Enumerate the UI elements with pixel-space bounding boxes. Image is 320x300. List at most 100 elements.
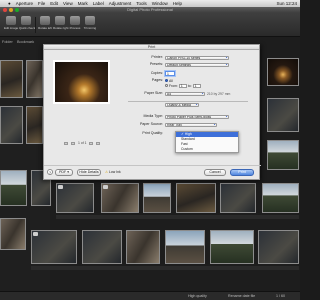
paper-size-popup[interactable]: A4 [165,91,205,96]
menu-item-help[interactable]: Help [173,0,182,7]
print-dialog: Print 1 of 1 Printer: Canon PRO-10 serie… [43,44,261,180]
rating-badge [58,185,63,189]
thumbnail[interactable] [267,140,299,170]
pdf-menu-button[interactable]: PDF ▾ [55,169,73,176]
hide-details-button[interactable]: Hide Details [77,169,101,176]
thumbnail[interactable] [267,58,299,86]
print-quality-label: Print Quality: [142,131,163,135]
edit-image-button[interactable]: Edit image [4,15,18,35]
edit-image-label: Edit image [4,26,19,30]
status-selection: Rename date file [228,294,256,298]
menu-item-adjustment[interactable]: Adjustment [109,0,132,7]
rotate-left-button[interactable]: Rotate left [38,15,52,35]
menu-item-tools[interactable]: Tools [136,0,147,7]
rotate-left-label: Rotate left [38,26,52,30]
thumbnail[interactable] [210,230,254,264]
process-button[interactable]: Process [68,15,82,35]
pdf-label: PDF [59,170,67,174]
quick-check-button[interactable]: Quick check [19,15,36,35]
next-page-button[interactable] [89,141,94,145]
rotate-left-icon [40,16,50,25]
quick-check-icon [21,16,31,25]
first-page-button[interactable] [64,141,68,145]
page-indicator: 1 of 1 [78,141,87,145]
status-count: 1 / 60 [276,294,285,298]
rotate-right-button[interactable]: Rotate right [53,15,69,35]
media-type-row: Media Type: Photo Paper Plus Semi-gloss [132,114,229,119]
tab-folder[interactable]: Folder [2,39,13,45]
thumbnail[interactable] [267,98,299,132]
print-preview-image [53,60,110,104]
rating-badge [103,185,108,189]
pages-all-radio[interactable] [165,79,168,82]
chevron-down-icon: ▾ [67,170,69,174]
print-quality-row: Print Quality: [132,131,163,136]
pages-range-row: From: 1 to: 1 [165,83,201,88]
thumbnail[interactable] [220,183,256,213]
previous-page-button[interactable] [71,141,75,145]
copies-field[interactable]: 1 [165,71,175,76]
status-bar: High quality Rename date file 1 / 60 [0,291,300,300]
apple-menu-glyph[interactable]: ● [8,0,11,7]
presets-row: Presets: Default Settings [132,62,229,67]
pages-range-radio[interactable] [165,84,168,87]
presets-popup[interactable]: Default Settings [165,62,229,67]
dialog-bottom-bar: ? PDF ▾ Hide Details ⚠ Low Ink Cancel Pr… [44,165,261,179]
rotate-right-label: Rotate right [53,26,69,30]
menu-item-view[interactable]: View [63,0,73,7]
screen: ● Aperture File Edit View Mark Label Adj… [0,0,300,300]
printer-popup[interactable]: Canon PRO-10 series [165,55,229,60]
to-label: to: [187,83,192,88]
help-button[interactable]: ? [47,169,53,175]
process-label: Process [69,26,81,30]
thumbnail[interactable] [143,183,171,213]
menu-item-app[interactable]: Aperture [16,0,33,7]
print-quality-menu: ✓ High Standard Fast Custom [175,131,239,153]
quality-option-label: High [184,132,192,136]
printer-label: Printer: [151,55,163,59]
trimming-label: Trimming [83,26,97,30]
printer-row: Printer: Canon PRO-10 series [132,55,229,60]
presets-label: Presets: [149,62,163,66]
print-button[interactable]: Print [230,169,254,176]
from-field[interactable]: 1 [178,83,187,88]
thumbnail[interactable] [0,218,26,250]
menu-item-mark[interactable]: Mark [78,0,88,7]
thumbnail-caption-row [31,266,299,270]
quality-media-popup[interactable]: Quality & Media [165,102,199,107]
copies-label: Copies: [150,71,163,75]
menu-item-label[interactable]: Label [93,0,104,7]
thumbnail-caption-row [56,215,299,219]
thumbnail[interactable] [0,106,23,144]
thumbnail[interactable] [165,230,205,264]
preview-navigation: 1 of 1 [64,141,104,145]
paper-source-popup[interactable]: Rear Tray [165,122,217,127]
media-type-label: Media Type: [143,114,163,118]
thumbnail[interactable] [176,183,216,213]
quality-option-custom[interactable]: Custom [176,147,238,152]
toolbar: Edit image Quick check Rotate left Rotat… [0,13,300,37]
thumbnail[interactable] [0,170,27,206]
thumbnail[interactable] [258,230,299,264]
thumbnail[interactable] [82,230,122,264]
rating-badge [33,232,38,236]
last-page-button[interactable] [96,141,101,145]
thumbnail[interactable] [262,183,299,213]
paper-size-dimensions: 210 by 297 mm [207,91,231,96]
cancel-button[interactable]: Cancel [204,169,226,176]
from-label: From: [169,83,178,88]
menu-item-window[interactable]: Window [152,0,168,7]
pages-label: Pages: [151,78,163,82]
menu-item-edit[interactable]: Edit [50,0,58,7]
toolbar-divider [35,17,36,33]
to-field[interactable]: 1 [192,83,201,88]
trimming-button[interactable]: Trimming [83,15,97,35]
thumbnail[interactable] [126,230,160,264]
menu-bar: ● Aperture File Edit View Mark Label Adj… [0,0,300,7]
tab-bookmark[interactable]: Bookmark [17,39,34,45]
process-icon [70,16,80,25]
menu-item-file[interactable]: File [38,0,45,7]
media-type-popup[interactable]: Photo Paper Plus Semi-gloss [165,114,229,119]
thumbnail[interactable] [0,60,23,98]
quick-check-label: Quick check [19,26,36,30]
